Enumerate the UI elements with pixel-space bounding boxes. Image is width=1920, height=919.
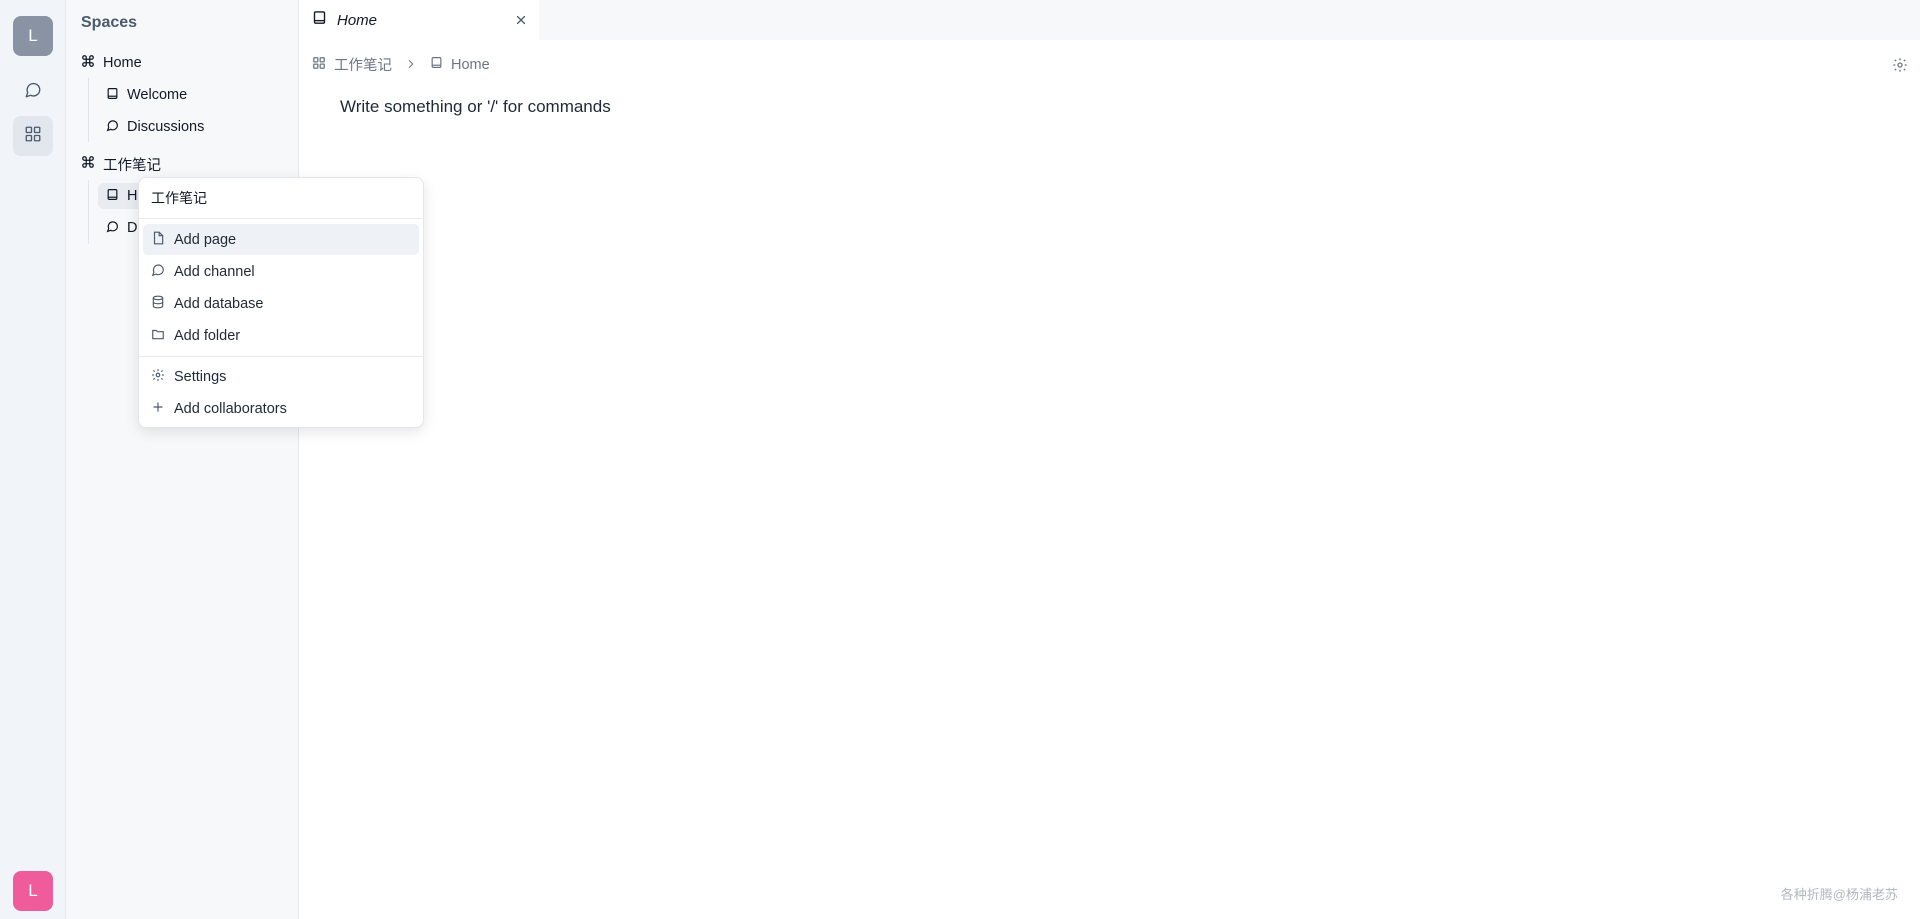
- add-page-menu-item[interactable]: Add page: [143, 224, 419, 255]
- sidebar-item-welcome[interactable]: Welcome: [106, 82, 187, 108]
- menu-item-label: Add folder: [174, 327, 241, 344]
- add-collaborators-menu-item[interactable]: Add collaborators: [143, 393, 419, 424]
- add-folder-menu-item[interactable]: Add folder: [143, 320, 419, 351]
- menu-item-label: Add collaborators: [174, 400, 287, 417]
- sidebar-item-label: D: [127, 220, 138, 236]
- breadcrumb-item[interactable]: Home: [451, 57, 490, 73]
- folder-icon: [151, 327, 165, 345]
- tab-home[interactable]: Home: [300, 0, 539, 40]
- sidebar-item-discussions[interactable]: D: [106, 215, 137, 241]
- sidebar: Spaces Home Welcome Discussions 工作笔记 H D: [66, 0, 299, 919]
- menu-item-label: Add database: [174, 295, 264, 312]
- chevron-right-icon: [406, 57, 416, 73]
- space-label: Home: [103, 55, 142, 71]
- sidebar-item-label: Discussions: [127, 119, 205, 135]
- sidebar-item-label: H: [127, 188, 138, 204]
- database-icon: [151, 295, 165, 313]
- tree-guide-line: [88, 180, 89, 244]
- tree-guide-line: [88, 78, 89, 142]
- book-icon: [430, 56, 443, 73]
- settings-menu-item[interactable]: Settings: [143, 361, 419, 392]
- space-label: 工作笔记: [103, 157, 161, 174]
- chats-button[interactable]: [13, 72, 53, 112]
- menu-item-label: Add channel: [174, 263, 255, 280]
- user-avatar[interactable]: L: [13, 16, 53, 56]
- menu-header: 工作笔记: [151, 190, 207, 206]
- editor-placeholder[interactable]: Write something or '/' for commands: [340, 97, 611, 117]
- add-channel-menu-item[interactable]: Add channel: [143, 256, 419, 287]
- command-icon: [81, 54, 95, 72]
- space-work-notes[interactable]: 工作笔记: [81, 151, 161, 177]
- book-icon: [106, 188, 119, 205]
- book-icon: [106, 87, 119, 104]
- tab-bar: Home: [300, 0, 1920, 40]
- chat-bubble-icon: [151, 263, 165, 281]
- gear-icon[interactable]: [1892, 57, 1908, 78]
- menu-item-label: Add page: [174, 231, 237, 248]
- chat-bubble-icon: [106, 119, 119, 136]
- sidebar-title: Spaces: [81, 14, 138, 31]
- file-icon: [151, 231, 165, 249]
- gear-icon: [151, 368, 165, 386]
- tab-label: Home: [337, 11, 378, 29]
- watermark: 各种折腾@杨浦老苏: [1780, 887, 1898, 902]
- menu-divider: [139, 356, 423, 357]
- command-icon: [81, 155, 95, 173]
- menu-divider: [139, 218, 423, 219]
- menu-item-label: Settings: [174, 368, 227, 385]
- app-rail: L L: [0, 0, 66, 919]
- command-icon: [312, 56, 326, 74]
- space-context-menu: 工作笔记 Add page Add channel Add database A…: [138, 177, 424, 428]
- breadcrumb: 工作笔记 Home: [312, 54, 490, 75]
- sidebar-item-label: Welcome: [127, 87, 188, 103]
- chat-bubble-icon: [106, 220, 119, 237]
- book-icon: [312, 10, 327, 30]
- breadcrumb-item[interactable]: 工作笔记: [334, 54, 392, 75]
- chat-bubble-icon: [24, 81, 42, 104]
- sidebar-item-discussions[interactable]: Discussions: [106, 114, 204, 140]
- workspace-avatar[interactable]: L: [13, 871, 53, 911]
- main-area: Home 工作笔记 Home Write something or '/' fo…: [300, 0, 1920, 919]
- grid-icon: [24, 125, 42, 148]
- close-icon[interactable]: [513, 12, 529, 28]
- plus-icon: [151, 400, 165, 418]
- spaces-button[interactable]: [13, 116, 53, 156]
- add-database-menu-item[interactable]: Add database: [143, 288, 419, 319]
- space-home[interactable]: Home: [81, 50, 142, 76]
